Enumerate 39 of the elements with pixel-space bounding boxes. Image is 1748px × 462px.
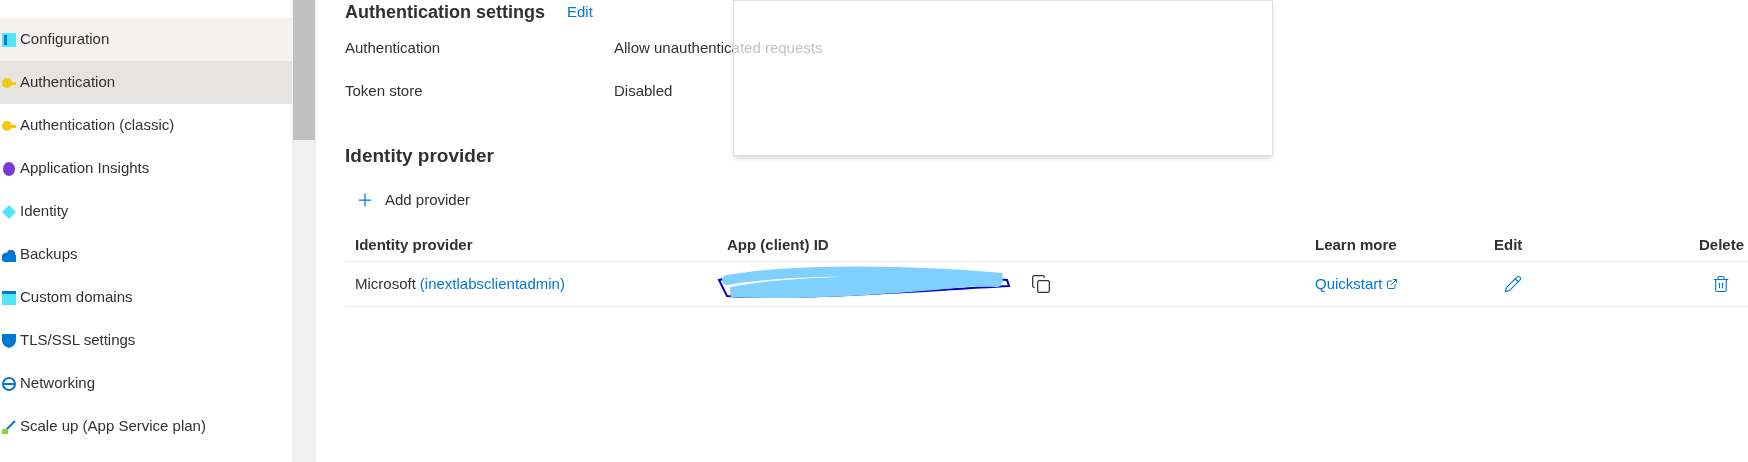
sidebar-item[interactable]: Networking — [0, 362, 292, 405]
sidebar-item[interactable]: Authentication — [0, 61, 292, 104]
column-header: Delete — [1698, 235, 1745, 256]
sidebar-item[interactable]: Custom domains — [0, 276, 292, 319]
setting-value: Disabled — [614, 80, 673, 101]
column-header: Edit — [1493, 235, 1524, 256]
edit-icon[interactable] — [1504, 275, 1522, 293]
sidebar-item[interactable]: Configuration — [0, 18, 292, 61]
delete-icon[interactable] — [1712, 275, 1730, 293]
scale-icon — [2, 419, 16, 434]
diamond-icon — [2, 204, 16, 219]
section-title: Identity provider — [345, 144, 495, 168]
key-icon — [2, 118, 16, 133]
app-link[interactable]: (inextlabsclientadmin) — [419, 272, 565, 296]
sidebar-item[interactable]: Identity — [0, 190, 292, 233]
bulb-icon — [2, 161, 16, 176]
cloud-icon — [2, 247, 16, 262]
edit-link[interactable]: Edit — [567, 1, 593, 23]
scrollbar[interactable] — [292, 0, 316, 462]
setting-label: Authentication — [345, 38, 442, 58]
column-header: Identity provider — [354, 235, 474, 256]
provider-name: Microsoft — [355, 273, 416, 294]
quickstart-link[interactable]: Quickstart — [1305, 272, 1484, 296]
column-header: App (client) ID — [726, 235, 830, 256]
globe-icon — [2, 376, 16, 391]
browser-icon — [2, 290, 16, 305]
setting-label: Token store — [345, 80, 424, 101]
key-icon — [2, 75, 16, 90]
sidebar-item[interactable]: Scale up (App Service plan) — [0, 405, 292, 448]
add-provider-button[interactable]: Add provider — [355, 188, 471, 211]
sidebar-item[interactable]: Authentication (classic) — [0, 104, 292, 147]
sidebar-item[interactable]: TLS/SSL settings — [0, 319, 292, 362]
external-link-icon — [1385, 278, 1398, 290]
sidebar-item[interactable]: Backups — [0, 233, 292, 276]
sidebar-item[interactable]: Application Insights — [0, 147, 292, 190]
section-title: Authentication settings — [345, 1, 545, 23]
shield-icon — [2, 333, 16, 348]
copy-icon[interactable] — [1031, 274, 1051, 294]
column-header: Learn more — [1314, 235, 1398, 256]
